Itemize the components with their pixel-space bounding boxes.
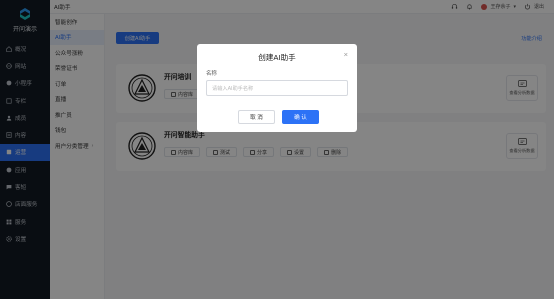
cancel-button[interactable]: 取 消 [238, 110, 275, 124]
name-input[interactable]: 请输入AI助手名称 [206, 80, 348, 96]
create-assistant-dialog: 创建AI助手 × 名称 请输入AI助手名称 取 消 确 认 [197, 44, 357, 132]
name-field-label: 名称 [206, 71, 217, 77]
confirm-button[interactable]: 确 认 [282, 110, 319, 124]
close-icon[interactable]: × [344, 51, 348, 59]
dialog-title: 创建AI助手 [258, 53, 296, 62]
